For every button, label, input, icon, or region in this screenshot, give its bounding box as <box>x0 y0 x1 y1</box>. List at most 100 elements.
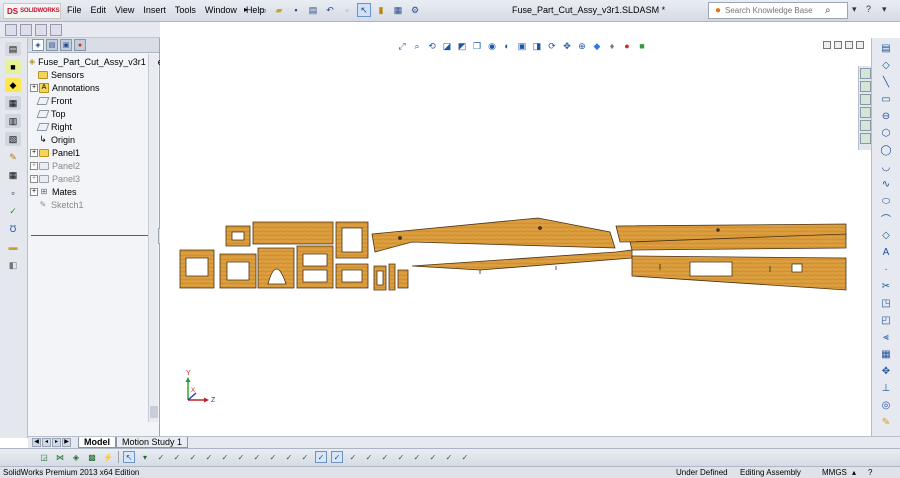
graphics-area[interactable]: ⤢ ⌕ ⟲ ◪ ◩ ❒ ◉ ◐ ▣ ◨ ⟳ ✥ ⊕ ◆ ♦ ● ■ Y Z X <box>160 38 866 436</box>
part-bulkhead-arch[interactable] <box>257 247 295 289</box>
display-relations-icon[interactable]: ⊥ <box>879 381 893 395</box>
search-input[interactable] <box>725 6 825 15</box>
plane-icon[interactable]: ◇ <box>879 228 893 242</box>
first-tab-icon[interactable]: ◀ <box>32 438 41 447</box>
filter-sketch-points-icon[interactable]: ✓ <box>251 451 263 463</box>
part-frame-f[interactable] <box>335 263 369 289</box>
expand-icon[interactable]: + <box>30 174 38 183</box>
filter-blocks-icon[interactable]: ✓ <box>427 451 439 463</box>
custom-properties-icon[interactable] <box>860 133 871 144</box>
filter-vertices-icon[interactable]: ✓ <box>155 451 167 463</box>
solidworks-logo[interactable]: DS SOLIDWORKS <box>3 3 61 19</box>
expand-icon[interactable]: + <box>30 161 38 170</box>
explode-line-sketch-icon[interactable]: ◧ <box>5 258 21 272</box>
tree-root[interactable]: ◈ Fuse_Part_Cut_Assy_v3r1 (De <box>28 55 163 68</box>
traffic-light-icon[interactable]: ▮ <box>374 3 388 17</box>
next-tab-icon[interactable]: ▸ <box>52 438 61 447</box>
tab-configuration-manager-icon[interactable]: ▣ <box>60 39 72 51</box>
part-fuselage-bottom[interactable] <box>631 255 847 291</box>
filter-cosmetic-threads-icon[interactable]: ✓ <box>443 451 455 463</box>
linear-pattern-icon[interactable]: ▦ <box>5 96 21 110</box>
scrollbar-thumb[interactable] <box>150 406 158 418</box>
expand-icon[interactable]: + <box>30 83 38 92</box>
select-pointer-icon[interactable]: ↖ <box>357 3 371 17</box>
part-frame-b[interactable] <box>225 225 251 247</box>
status-units[interactable]: MMGS <box>822 468 847 477</box>
home-icon[interactable] <box>5 23 17 36</box>
layout-icon[interactable] <box>35 23 47 36</box>
file-properties-icon[interactable]: ▦ <box>391 3 405 17</box>
arc-icon[interactable]: ◡ <box>879 160 893 174</box>
view-palette-icon[interactable] <box>860 107 871 118</box>
filter-planes-icon[interactable]: ✓ <box>235 451 247 463</box>
rebuild-icon[interactable]: ▫ <box>340 3 354 17</box>
tab-display-manager-icon[interactable]: ● <box>74 39 86 51</box>
help-dropdown-icon[interactable]: ▾ <box>852 4 857 15</box>
mate-reference-icon[interactable]: ⋈ <box>54 451 66 463</box>
tree-item-mates[interactable]: + ⊞ Mates <box>28 185 159 198</box>
menu-pin-icon[interactable]: ▸ <box>244 5 248 14</box>
point-icon[interactable]: · <box>879 262 893 276</box>
reference-geometry-icon[interactable]: ▫ <box>5 186 21 200</box>
repair-sketch-icon[interactable]: ◎ <box>879 398 893 412</box>
move-component-icon[interactable]: ▧ <box>5 132 21 146</box>
help-status-icon[interactable]: ? <box>868 468 872 477</box>
window-menu-icon[interactable]: ▾ <box>882 4 887 15</box>
model-view[interactable] <box>160 38 866 436</box>
filter-gtol-icon[interactable]: ✓ <box>363 451 375 463</box>
menu-view[interactable]: View <box>114 4 135 16</box>
text-icon[interactable]: A <box>879 245 893 259</box>
part-plate-large[interactable] <box>252 221 334 245</box>
help-question-icon[interactable]: ? <box>866 4 871 14</box>
filter-edges-icon[interactable]: ✓ <box>171 451 183 463</box>
part-longeron-upper[interactable] <box>371 217 616 253</box>
filter-faces-icon[interactable]: ✓ <box>187 451 199 463</box>
fillet-icon[interactable]: ⌒ <box>879 211 893 226</box>
part-frame-e[interactable] <box>335 221 369 259</box>
tab-motion-study-1[interactable]: Motion Study 1 <box>116 437 189 448</box>
menu-tools[interactable]: Tools <box>174 4 197 16</box>
sketch-icon[interactable]: ▤ <box>879 41 893 55</box>
trim-icon[interactable]: ✂ <box>879 279 893 293</box>
tree-item-panel3[interactable]: + Panel3 <box>28 172 159 185</box>
circle-icon[interactable]: ◯ <box>879 143 893 157</box>
ellipse-icon[interactable]: ⬭ <box>879 194 893 208</box>
smart-dimension-icon[interactable]: ◇ <box>879 58 893 72</box>
linear-pattern-icon[interactable]: ▦ <box>879 347 893 361</box>
quick-snaps-icon[interactable]: ✎ <box>879 415 893 429</box>
pattern-icon[interactable]: ▩ <box>86 451 98 463</box>
filter-surfaces-icon[interactable]: ✓ <box>203 451 215 463</box>
spline-icon[interactable]: ∿ <box>879 177 893 191</box>
filter-icon[interactable]: ▾ <box>139 451 151 463</box>
select-icon[interactable]: ↖ <box>123 451 135 463</box>
expand-icon[interactable]: + <box>30 187 38 196</box>
filter-dimensions-icon[interactable]: ✓ <box>315 451 327 463</box>
filter-axes-icon[interactable]: ✓ <box>219 451 231 463</box>
part-frame-d[interactable] <box>296 245 334 289</box>
filter-datum-icon[interactable]: ✓ <box>379 451 391 463</box>
part-longeron-taper[interactable] <box>411 249 633 271</box>
tree-item-top[interactable]: Top <box>28 107 159 120</box>
search-icon[interactable]: ⌕ <box>825 5 831 16</box>
tree-item-panel2[interactable]: + Panel2 <box>28 159 159 172</box>
polygon-icon[interactable]: ⬡ <box>879 126 893 140</box>
menu-insert[interactable]: Insert <box>142 4 167 16</box>
last-tab-icon[interactable]: ▶ <box>62 438 71 447</box>
smart-fasteners-icon[interactable]: ▥ <box>5 114 21 128</box>
units-dropdown-icon[interactable]: ▴ <box>852 468 856 477</box>
appearances-icon[interactable] <box>860 120 871 131</box>
rectangle-icon[interactable]: ▭ <box>879 92 893 106</box>
tile-icon[interactable] <box>50 23 62 36</box>
tree-item-sketch1[interactable]: ✎ Sketch1 <box>28 198 159 211</box>
slot-icon[interactable]: ⊖ <box>879 109 893 123</box>
instant3d-icon[interactable]: ⚡ <box>102 451 114 463</box>
new-motion-study-icon[interactable]: ✓ <box>5 204 21 218</box>
tree-item-front[interactable]: Front <box>28 94 159 107</box>
design-library-icon[interactable] <box>860 81 871 92</box>
tree-item-origin[interactable]: ↳ Origin <box>28 133 159 146</box>
section-view-icon[interactable]: ◲ <box>38 451 50 463</box>
convert-entities-icon[interactable]: ◳ <box>879 296 893 310</box>
save-icon[interactable]: ▪ <box>289 3 303 17</box>
tree-item-sensors[interactable]: Sensors <box>28 68 159 81</box>
line-icon[interactable]: ╲ <box>879 75 893 89</box>
